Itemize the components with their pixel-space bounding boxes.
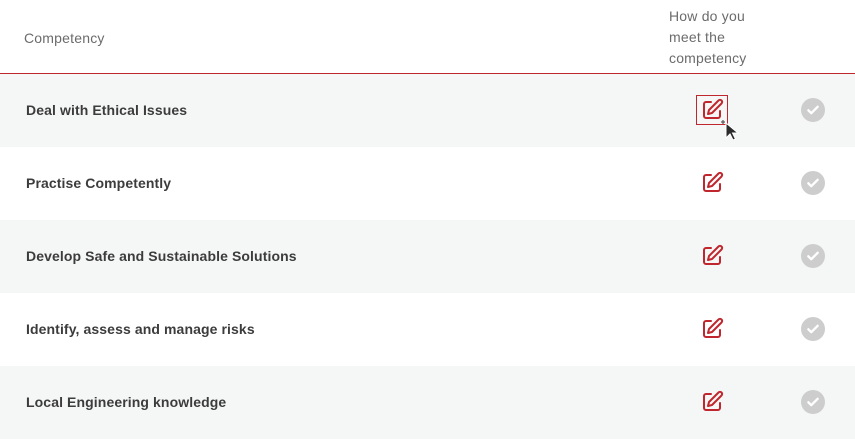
table-row: Practise Competently — [0, 147, 855, 220]
competency-label: Develop Safe and Sustainable Solutions — [26, 248, 297, 264]
complete-check-button[interactable] — [801, 390, 825, 414]
complete-check-button[interactable] — [801, 98, 825, 122]
table-header: Competency How do you meet the competenc… — [0, 0, 855, 74]
edit-button[interactable] — [696, 95, 728, 125]
complete-check-button[interactable] — [801, 244, 825, 268]
how-header-line: meet the — [669, 29, 726, 45]
how-header-line: competency — [669, 50, 747, 66]
competency-label: Practise Competently — [26, 175, 172, 191]
edit-icon — [703, 171, 724, 192]
table-row: Develop Safe and Sustainable Solutions — [0, 220, 855, 293]
edit-button[interactable] — [696, 168, 728, 198]
table-row: Local Engineering knowledge — [0, 366, 855, 439]
check-icon — [807, 251, 819, 261]
edit-icon — [703, 390, 724, 411]
competency-label: Deal with Ethical Issues — [26, 102, 188, 118]
check-icon — [807, 397, 819, 407]
competency-column-header: Competency — [24, 30, 105, 46]
edit-button[interactable] — [696, 387, 728, 417]
how-column-header: How do you meet the competency — [669, 6, 769, 69]
edit-button[interactable] — [696, 314, 728, 344]
check-icon — [807, 324, 819, 334]
table-row: Identify, assess and manage risks — [0, 293, 855, 366]
edit-button[interactable] — [696, 241, 728, 271]
edit-icon — [703, 244, 724, 265]
edit-icon — [703, 317, 724, 338]
complete-check-button[interactable] — [801, 171, 825, 195]
competency-label: Identify, assess and manage risks — [26, 321, 255, 337]
competency-label: Local Engineering knowledge — [26, 394, 227, 410]
check-icon — [807, 105, 819, 115]
check-icon — [807, 178, 819, 188]
how-header-line: How do you — [669, 8, 745, 24]
complete-check-button[interactable] — [801, 317, 825, 341]
competency-table: Competency How do you meet the competenc… — [0, 0, 855, 439]
edit-icon — [703, 98, 724, 119]
table-row: Deal with Ethical Issues — [0, 74, 855, 147]
